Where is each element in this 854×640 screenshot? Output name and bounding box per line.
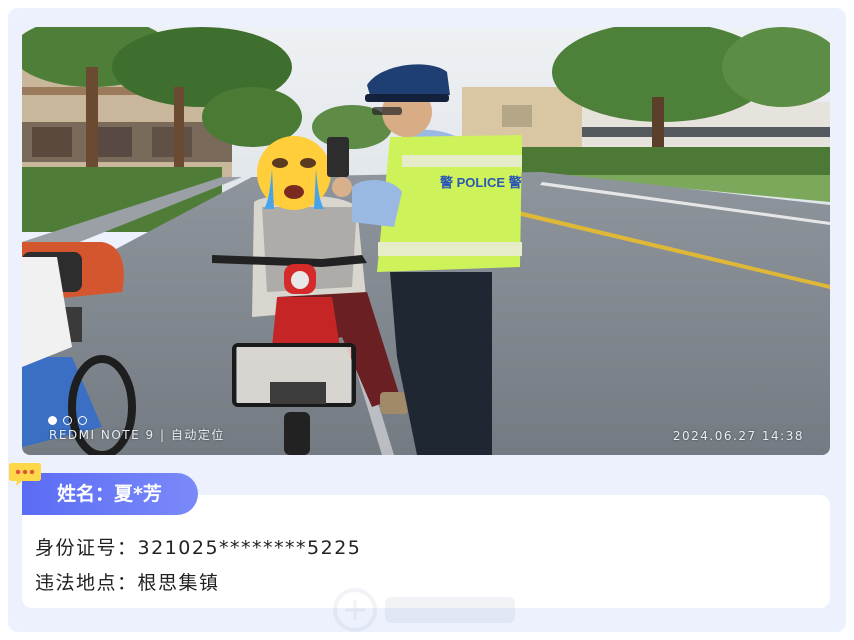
page-dot[interactable] (78, 416, 87, 425)
chat-bubble-icon (9, 463, 41, 486)
photo-timestamp: 2024.06.27 14:38 (672, 429, 804, 443)
vest-text: 警 POLICE 警 (440, 175, 522, 190)
id-number-label: 身份证号： (35, 537, 138, 559)
violation-location-value: 根思集镇 (137, 572, 220, 594)
id-number-row: 身份证号：321025********5225 (35, 533, 361, 560)
photo-scene: 警 POLICE 警 (22, 27, 830, 455)
camera-watermark: REDMI NOTE 9 | 自动定位 (49, 428, 225, 442)
violation-location-row: 违法地点：根思集镇 (35, 568, 220, 595)
id-number-value: 321025********5225 (137, 537, 362, 559)
page-dot[interactable] (48, 416, 57, 425)
name-tab: 姓名：夏*芳 (22, 473, 198, 515)
watermark-logo-icon (333, 588, 515, 632)
evidence-photo[interactable]: 警 POLICE 警 REDMI NOTE 9 | 自动定位 2024.06.2… (22, 27, 830, 455)
page-dot[interactable] (63, 416, 72, 425)
violation-location-label: 违法地点： (35, 572, 138, 594)
photo-page-indicator[interactable] (48, 416, 87, 425)
